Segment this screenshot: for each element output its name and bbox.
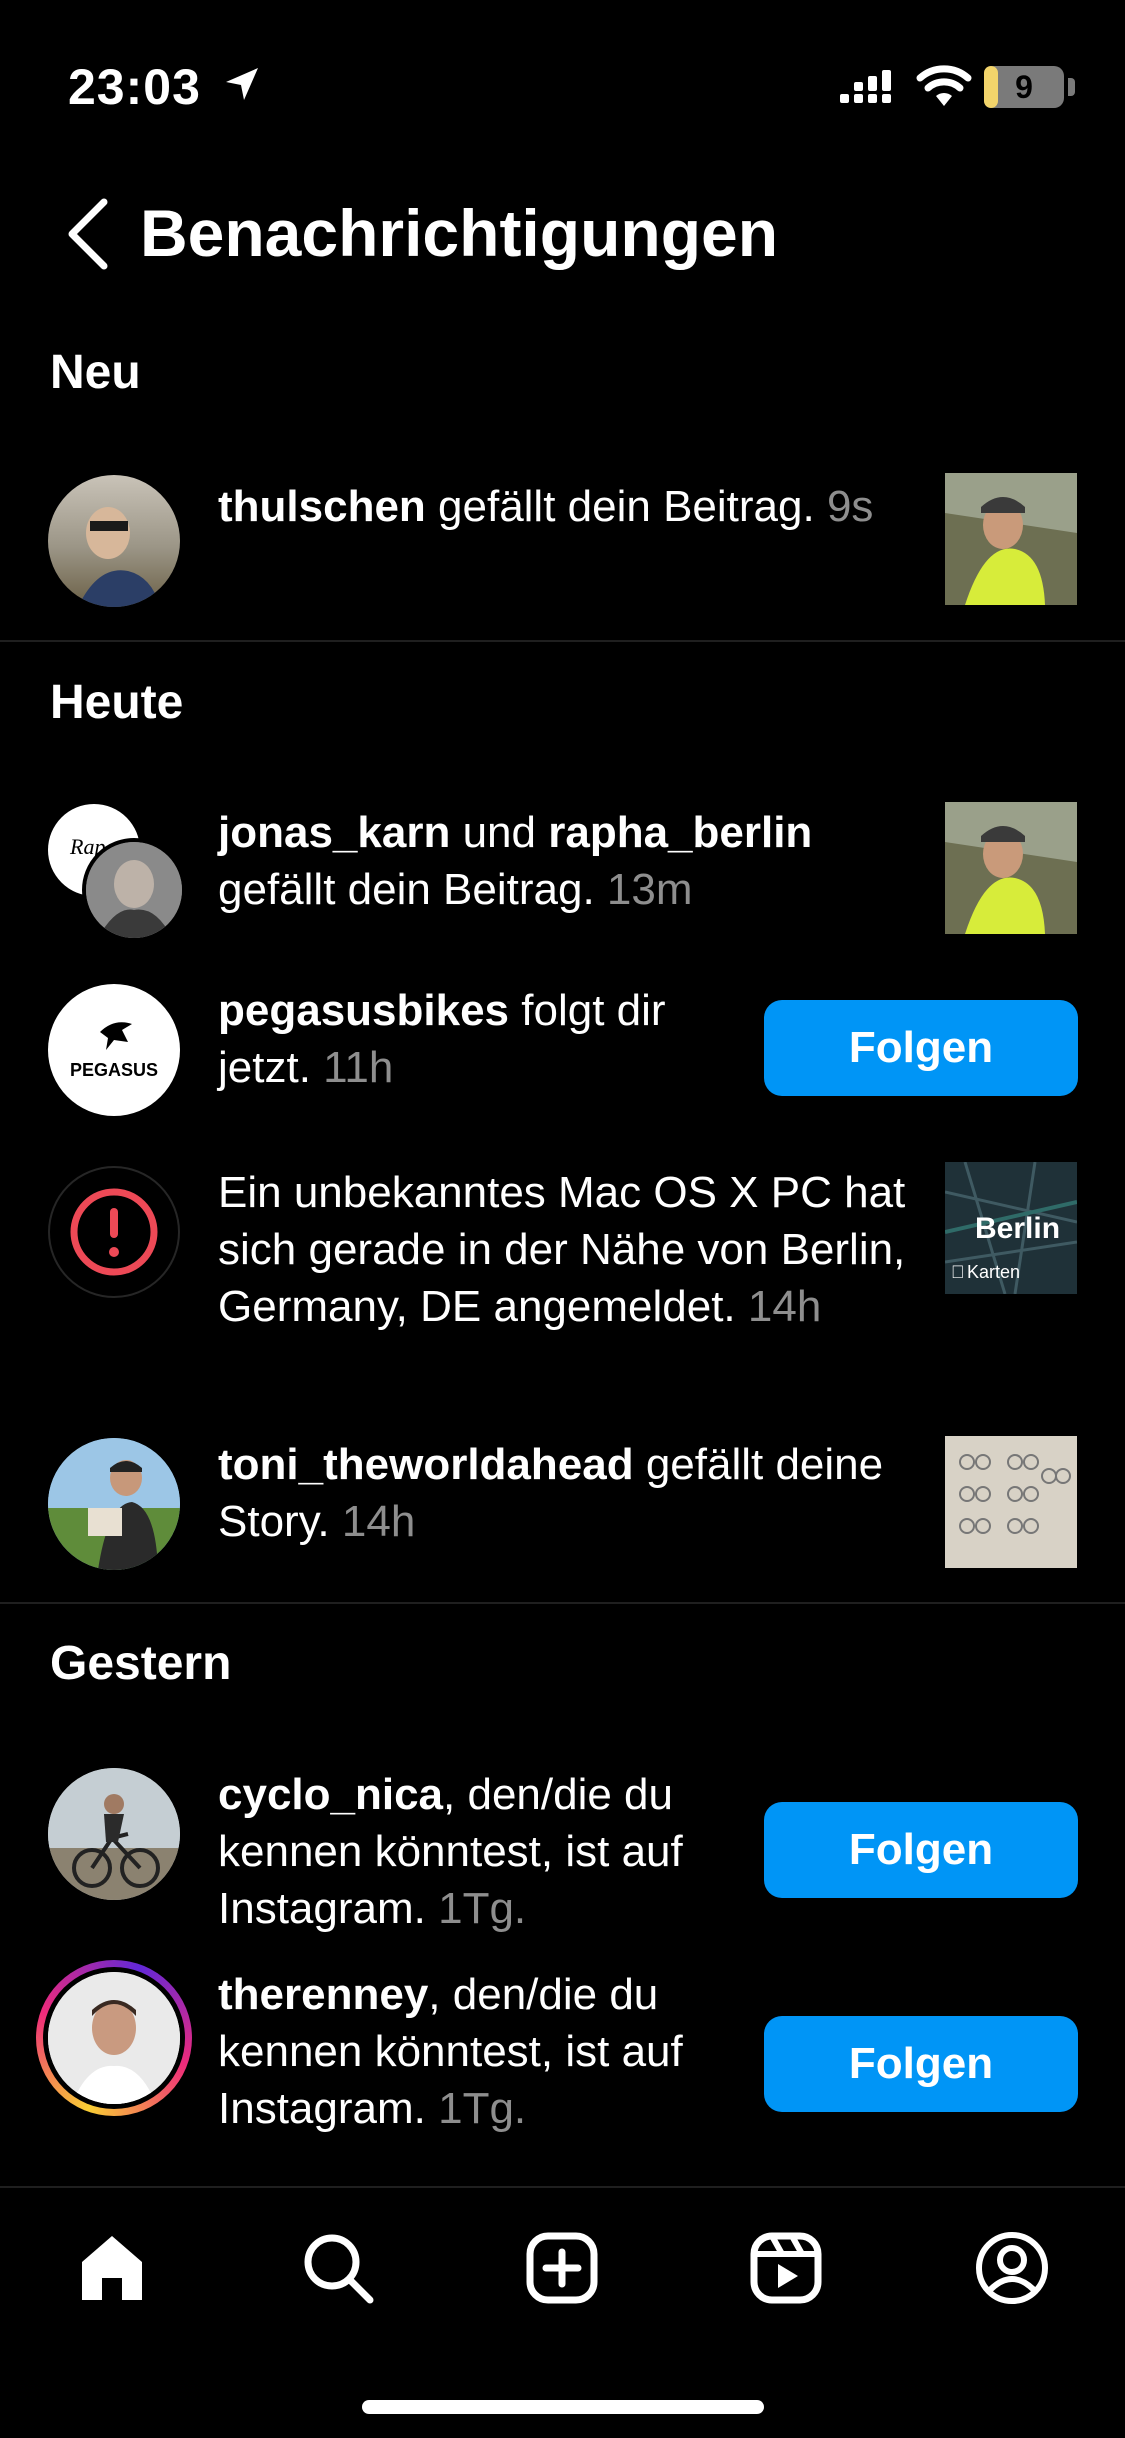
avatar[interactable] bbox=[48, 1768, 180, 1900]
post-thumbnail[interactable] bbox=[945, 473, 1077, 605]
timestamp: 9s bbox=[826, 482, 874, 531]
svg-text::  bbox=[951, 1262, 965, 1282]
avatar[interactable] bbox=[48, 1438, 180, 1570]
page-title: Benachrichtigungen bbox=[140, 196, 779, 270]
home-indicator bbox=[362, 2400, 764, 2414]
avatar[interactable] bbox=[82, 838, 186, 942]
notification-text: toni_theworldahead gefällt deine Story. … bbox=[218, 1440, 884, 1546]
avatar[interactable] bbox=[48, 475, 180, 607]
reels-icon[interactable] bbox=[746, 2228, 826, 2308]
alert-avatar bbox=[48, 1166, 180, 1298]
notification-text: cyclo_nica, den/die du kennen könntest, … bbox=[218, 1770, 683, 1933]
home-icon[interactable] bbox=[72, 2228, 152, 2308]
section-today-label: Heute bbox=[50, 676, 184, 729]
notification-row[interactable]: PEGASUS pegasusbikes folgt dir jetzt. 11… bbox=[0, 982, 1125, 1122]
avatar[interactable] bbox=[48, 1972, 180, 2104]
post-thumbnail[interactable] bbox=[945, 802, 1077, 934]
divider bbox=[0, 1602, 1125, 1604]
status-bar: 23:03 9 bbox=[0, 0, 1125, 170]
map-city-label: Berlin bbox=[975, 1212, 1060, 1245]
username[interactable]: thulschen bbox=[218, 482, 426, 531]
notification-text: pegasusbikes folgt dir jetzt. 11h bbox=[218, 986, 666, 1092]
notification-row[interactable]: Rap jonas_karn und rapha_berlin gefällt … bbox=[0, 800, 1125, 942]
notification-text: therenney, den/die du kennen könntest, i… bbox=[218, 1970, 683, 2133]
pegasus-logo-text: PEGASUS bbox=[70, 1060, 158, 1080]
map-thumbnail[interactable]: Berlin  Karten bbox=[945, 1162, 1077, 1294]
profile-icon[interactable] bbox=[972, 2228, 1052, 2308]
signal-icon bbox=[840, 70, 891, 103]
timestamp: 14h bbox=[341, 1497, 416, 1546]
search-icon[interactable] bbox=[298, 2228, 378, 2308]
alert-icon bbox=[70, 1188, 158, 1276]
page-header: Benachrichtigungen bbox=[0, 170, 1125, 300]
battery-icon: 9 bbox=[984, 66, 1064, 108]
notification-row[interactable]: toni_theworldahead gefällt deine Story. … bbox=[0, 1436, 1125, 1576]
notification-text: jonas_karn und rapha_berlin gefällt dein… bbox=[218, 808, 813, 914]
wifi-icon bbox=[916, 65, 972, 106]
notification-row[interactable]: Ein unbekanntes Mac OS X PC hat sich ger… bbox=[0, 1162, 1125, 1402]
username[interactable]: pegasusbikes bbox=[218, 986, 509, 1035]
username[interactable]: rapha_berlin bbox=[548, 808, 812, 857]
username[interactable]: cyclo_nica bbox=[218, 1770, 443, 1819]
timestamp: 1Tg. bbox=[438, 2084, 527, 2133]
username[interactable]: toni_theworldahead bbox=[218, 1440, 634, 1489]
timestamp: 13m bbox=[606, 865, 693, 914]
avatar[interactable]: PEGASUS bbox=[48, 984, 180, 1116]
timestamp: 11h bbox=[323, 1043, 394, 1092]
story-ring[interactable] bbox=[36, 1960, 192, 2116]
notification-row[interactable]: cyclo_nica, den/die du kennen könntest, … bbox=[0, 1766, 1125, 1933]
section-new-label: Neu bbox=[50, 346, 141, 399]
timestamp: 1Tg. bbox=[438, 1884, 527, 1933]
location-arrow-icon bbox=[226, 68, 258, 100]
battery-cap bbox=[1068, 78, 1075, 96]
back-chevron-icon[interactable] bbox=[60, 194, 120, 274]
notification-row[interactable]: thulschen gefällt dein Beitrag. 9s bbox=[0, 470, 1125, 610]
create-post-icon[interactable] bbox=[522, 2228, 602, 2308]
notification-text: Ein unbekanntes Mac OS X PC hat sich ger… bbox=[218, 1168, 906, 1331]
follow-button[interactable]: Folgen bbox=[764, 2016, 1078, 2112]
username[interactable]: jonas_karn bbox=[218, 808, 450, 857]
notification-row[interactable]: therenney, den/die du kennen könntest, i… bbox=[0, 1960, 1125, 2136]
story-thumbnail[interactable] bbox=[945, 1436, 1077, 1568]
timestamp: 14h bbox=[747, 1282, 822, 1331]
username[interactable]: therenney bbox=[218, 1970, 428, 2019]
follow-button[interactable]: Folgen bbox=[764, 1802, 1078, 1898]
section-yesterday-label: Gestern bbox=[50, 1637, 232, 1690]
follow-button[interactable]: Folgen bbox=[764, 1000, 1078, 1096]
map-app-label: Karten bbox=[967, 1262, 1020, 1282]
divider bbox=[0, 640, 1125, 642]
battery-percent: 9 bbox=[1015, 69, 1033, 105]
notification-text: thulschen gefällt dein Beitrag. 9s bbox=[218, 482, 874, 531]
status-time: 23:03 bbox=[68, 59, 201, 115]
